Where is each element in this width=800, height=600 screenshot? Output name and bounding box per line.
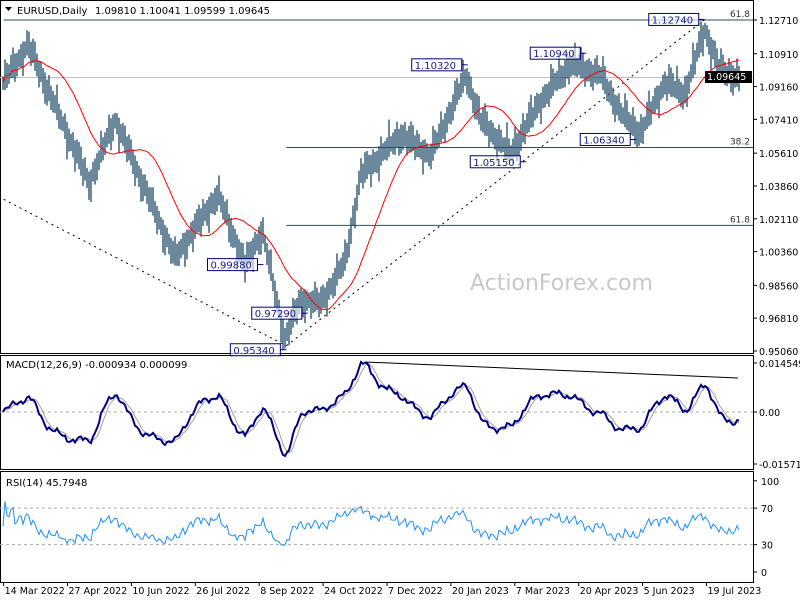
swing-label-text: 1.10320 [415,61,456,72]
swing-label-text: 1.05150 [473,158,514,169]
macd-title: MACD(12,26,9) -0.000934 0.000099 [6,360,187,371]
date-tick-label: 26 Jul 2022 [196,586,250,597]
date-tick-label: 24 Oct 2022 [324,586,383,597]
date-tick-label: 14 Mar 2022 [5,586,65,597]
macd-tick-label: 0.014549 [759,359,800,370]
fib-level-label: 38.2 [730,138,750,148]
fib-level-label: 61.8 [730,215,750,225]
swing-label-text: 0.95340 [233,346,274,357]
price-panel [0,0,754,354]
date-tick-label: 8 Sep 2022 [260,586,314,597]
swing-label-text: 0.99880 [210,261,251,272]
swing-label-text: 0.97290 [255,309,296,320]
price-tick-label: 1.12710 [759,16,798,27]
rsi-tick-label: 100 [761,477,779,488]
dropdown-triangle-icon[interactable] [5,7,12,11]
price-tick-label: 0.96810 [759,314,798,325]
macd-signal-line [2,363,740,454]
date-tick-label: 20 Apr 2023 [580,586,639,597]
date-tick-label: 7 Dec 2022 [388,586,443,597]
price-tick-label: 0.95060 [759,347,798,358]
price-tick-label: 1.07410 [759,115,798,126]
ohlc-values: 1.09810 1.10041 1.09599 1.09645 [95,6,270,17]
date-tick-label: 20 Jan 2023 [452,586,509,597]
price-tick-label: 1.00360 [759,248,798,259]
rsi-tick-label: 0 [761,568,767,579]
rsi-title: RSI(14) 45.7948 [6,478,87,489]
macd-tick-label: -0.015712 [759,460,800,471]
price-tick-label: 1.05610 [759,149,798,160]
date-tick-label: 10 Jun 2022 [132,586,189,597]
macd-panel [0,355,754,470]
price-tick-label: 0.98560 [759,281,798,292]
date-tick-label: 7 Mar 2023 [516,586,570,597]
date-tick-label: 19 Jul 2023 [708,586,762,597]
price-tick-label: 1.03860 [759,182,798,193]
swing-label-text: 1.10940 [533,49,574,60]
rsi-tick-label: 70 [761,504,773,515]
macd-trendline[interactable] [364,361,739,379]
price-tick-label: 1.09160 [759,83,798,94]
trendline[interactable] [286,19,706,347]
current-price-text: 1.09645 [707,72,746,83]
macd-tick-label: 0.00 [759,408,780,419]
rsi-tick-label: 30 [761,541,773,552]
watermark: ActionForex.com [470,271,653,296]
price-tick-label: 1.10910 [759,50,798,61]
date-tick-label: 27 Apr 2022 [69,586,128,597]
date-tick-label: 5 Jun 2023 [644,586,695,597]
price-tick-label: 1.02110 [759,215,798,226]
symbol-title: EURUSD,Daily [17,6,88,17]
rsi-panel [0,471,754,583]
eurusd-chart[interactable]: ActionForex.com 61.8 38.2 61.8 0.95340 0.99… [0,0,800,600]
swing-label-text: 1.06340 [583,135,624,146]
macd-line [2,360,740,458]
rsi-line [2,501,740,546]
swing-label-text: 1.12740 [652,15,693,26]
fib-level-label: 61.8 [730,10,750,20]
